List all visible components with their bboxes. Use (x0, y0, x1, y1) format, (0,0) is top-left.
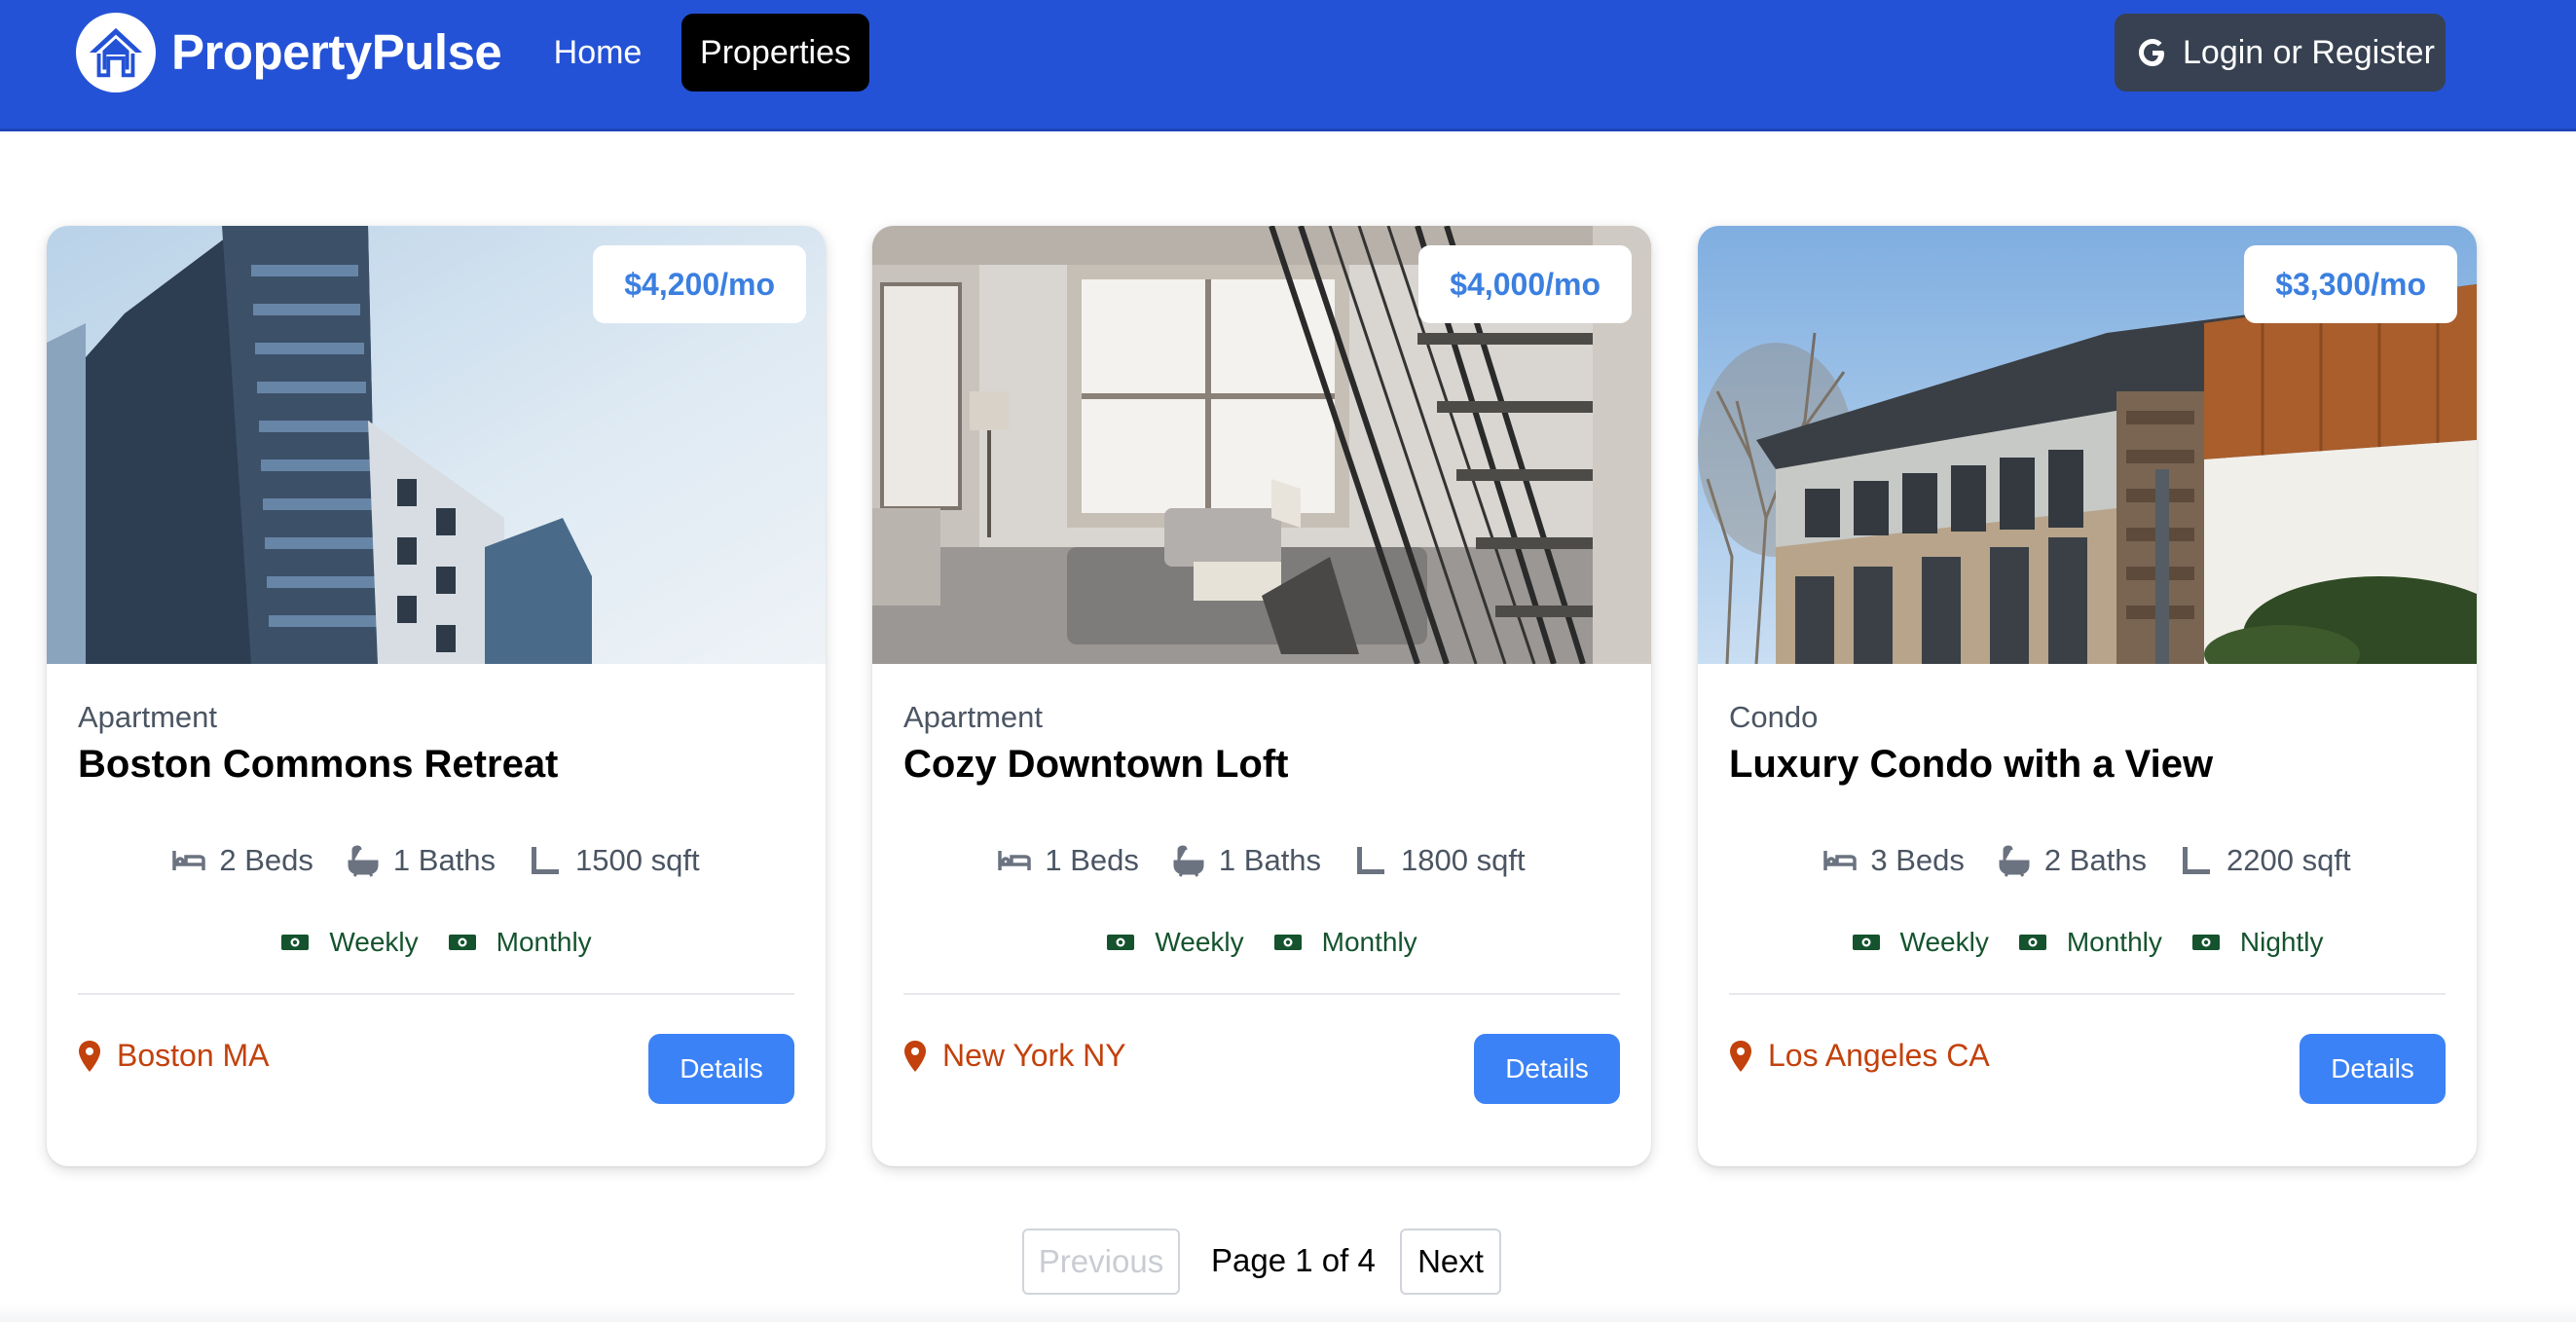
details-button[interactable]: Details (648, 1034, 794, 1104)
login-register-label: Login or Register (2183, 33, 2435, 71)
ruler-icon (532, 847, 560, 874)
sqft-label: 2200 sqft (2226, 843, 2351, 877)
baths-stat: 1 Baths (1172, 843, 1321, 878)
rate-label: Weekly (1155, 927, 1244, 957)
property-stats: 1 Beds 1 Baths 1800 sqft (872, 843, 1651, 878)
ruler-icon (1357, 847, 1385, 874)
property-image[interactable]: $4,200/mo (47, 226, 826, 664)
property-location: Boston MA (78, 1038, 270, 1074)
property-card: $4,200/mo Apartment Boston Commons Retre… (47, 226, 826, 1166)
sqft-label: 1800 sqft (1401, 843, 1526, 877)
logo[interactable] (76, 13, 156, 92)
rate-monthly: Monthly (1273, 927, 1417, 958)
rate-label: Monthly (2066, 927, 2162, 957)
property-stats: 2 Beds 1 Baths 1500 sqft (47, 843, 826, 878)
navbar: PropertyPulse Home Properties Login or R… (0, 0, 2576, 131)
rate-options: Weekly Monthly (872, 927, 1651, 958)
property-image[interactable]: $3,300/mo (1698, 226, 2477, 664)
google-icon (2136, 36, 2169, 69)
beds-stat: 3 Beds (1823, 843, 1965, 878)
property-type: Apartment (903, 700, 1044, 734)
location-label: Los Angeles CA (1768, 1038, 1990, 1073)
baths-label: 1 Baths (1218, 843, 1322, 877)
property-card: $3,300/mo Condo Luxury Condo with a View… (1698, 226, 2477, 1166)
price-tag: $3,300/mo (2244, 245, 2457, 323)
rate-weekly: Weekly (280, 927, 419, 958)
sqft-stat: 2200 sqft (2180, 843, 2351, 878)
money-bill-icon (1852, 935, 1880, 950)
money-bill-icon (2018, 935, 2046, 950)
next-page-button[interactable]: Next (1400, 1229, 1501, 1295)
money-bill-icon (1107, 935, 1135, 950)
baths-stat: 2 Baths (1998, 843, 2147, 878)
details-button[interactable]: Details (1474, 1034, 1620, 1104)
bath-icon (348, 845, 379, 877)
rate-options: Weekly Monthly Nightly (1698, 927, 2477, 958)
property-location: New York NY (903, 1038, 1126, 1074)
beds-stat: 2 Beds (172, 843, 313, 878)
property-type: Condo (1729, 700, 1819, 734)
divider (78, 993, 794, 995)
map-marker-icon (904, 1040, 926, 1072)
property-title: Luxury Condo with a View (1729, 743, 2214, 786)
bed-icon (998, 851, 1032, 870)
property-stats: 3 Beds 2 Baths 2200 sqft (1698, 843, 2477, 878)
property-title: Boston Commons Retreat (78, 743, 559, 786)
money-bill-icon (281, 935, 310, 950)
rate-monthly: Monthly (448, 927, 592, 958)
price-tag: $4,000/mo (1418, 245, 1632, 323)
previous-page-button[interactable]: Previous (1022, 1229, 1180, 1295)
beds-label: 1 Beds (1045, 843, 1139, 877)
beds-label: 2 Beds (219, 843, 313, 877)
house-icon (89, 27, 143, 78)
page-bottom-edge (0, 1304, 2576, 1322)
rate-nightly: Nightly (2191, 927, 2324, 958)
sqft-stat: 1800 sqft (1354, 843, 1526, 878)
baths-stat: 1 Baths (347, 843, 496, 878)
rate-options: Weekly Monthly (47, 927, 826, 958)
rate-label: Weekly (329, 927, 419, 957)
login-register-button[interactable]: Login or Register (2115, 14, 2446, 92)
rate-label: Monthly (496, 927, 592, 957)
property-location: Los Angeles CA (1729, 1038, 1990, 1074)
rate-weekly: Weekly (1852, 927, 1989, 958)
rate-label: Monthly (1321, 927, 1417, 957)
map-marker-icon (1730, 1040, 1751, 1072)
brand-name[interactable]: PropertyPulse (171, 23, 502, 81)
location-label: Boston MA (117, 1038, 270, 1073)
money-bill-icon (1273, 935, 1302, 950)
rate-monthly: Monthly (2018, 927, 2162, 958)
property-type: Apartment (78, 700, 218, 734)
baths-label: 2 Baths (2043, 843, 2148, 877)
baths-label: 1 Baths (392, 843, 497, 877)
map-marker-icon (79, 1040, 100, 1072)
nav-properties-link[interactable]: Properties (681, 14, 869, 92)
property-title: Cozy Downtown Loft (903, 743, 1289, 786)
bed-icon (1823, 851, 1858, 870)
divider (1729, 993, 2446, 995)
beds-label: 3 Beds (1870, 843, 1965, 877)
beds-stat: 1 Beds (998, 843, 1139, 878)
divider (903, 993, 1620, 995)
details-button[interactable]: Details (2300, 1034, 2446, 1104)
money-bill-icon (2191, 935, 2220, 950)
sqft-label: 1500 sqft (575, 843, 700, 877)
property-card: $4,000/mo Apartment Cozy Downtown Loft 1… (872, 226, 1651, 1166)
bath-icon (1999, 845, 2030, 877)
location-label: New York NY (942, 1038, 1126, 1073)
price-tag: $4,200/mo (593, 245, 806, 323)
property-image[interactable]: $4,000/mo (872, 226, 1651, 664)
rate-weekly: Weekly (1106, 927, 1244, 958)
page-indicator: Page 1 of 4 (1211, 1242, 1376, 1278)
nav-home-link[interactable]: Home (537, 14, 658, 92)
sqft-stat: 1500 sqft (529, 843, 700, 878)
bath-icon (1173, 845, 1204, 877)
money-bill-icon (448, 935, 476, 950)
rate-label: Nightly (2239, 927, 2324, 957)
rate-label: Weekly (1899, 927, 1989, 957)
ruler-icon (2183, 847, 2211, 874)
bed-icon (172, 851, 206, 870)
